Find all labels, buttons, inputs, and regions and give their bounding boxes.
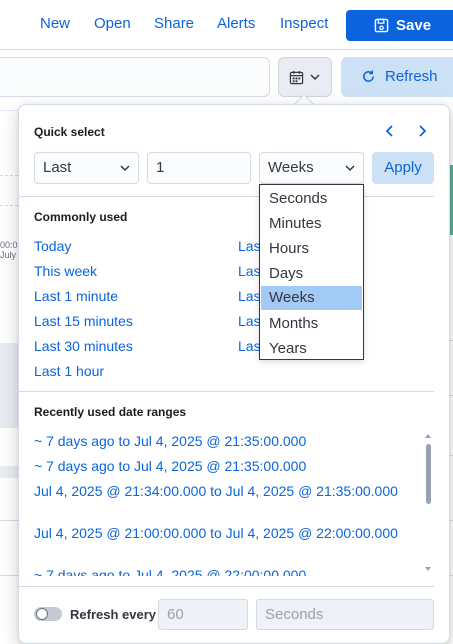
- commonly-used-right-item[interactable]: Las: [238, 313, 261, 329]
- unit-option-seconds[interactable]: Seconds: [261, 187, 362, 211]
- recently-used-title: Recently used date ranges: [34, 405, 187, 419]
- save-icon: [374, 18, 389, 33]
- commonly-used-right-item[interactable]: Las: [238, 238, 261, 254]
- quick-select-amount-input[interactable]: 1: [147, 152, 251, 184]
- unit-option-minutes[interactable]: Minutes: [261, 212, 362, 236]
- refresh-interval-value-input[interactable]: 60: [158, 599, 248, 630]
- chevron-right-icon[interactable]: [417, 124, 427, 138]
- commonly-used-last-15-minutes[interactable]: Last 15 minutes: [34, 313, 133, 329]
- commonly-used-last-1-hour[interactable]: Last 1 hour: [34, 363, 104, 379]
- unit-dropdown-list: Seconds Minutes Hours Days Weeks Months …: [259, 184, 364, 360]
- recent-range-item[interactable]: Jul 4, 2025 @ 21:00:00.000 to Jul 4, 202…: [34, 525, 419, 542]
- unit-option-hours[interactable]: Hours: [261, 237, 362, 261]
- unit-option-months[interactable]: Months: [261, 312, 362, 336]
- recently-used-list: ~ 7 days ago to Jul 4, 2025 @ 21:35:00.0…: [34, 430, 419, 576]
- commonly-used-last-1-minute[interactable]: Last 1 minute: [34, 288, 118, 304]
- divider: [0, 575, 18, 576]
- open-link[interactable]: Open: [94, 15, 131, 32]
- background-panel: [0, 466, 18, 478]
- save-button[interactable]: Save: [346, 10, 453, 41]
- top-nav-bar: New Open Share Alerts Inspect Save: [0, 0, 453, 50]
- save-button-label: Save: [396, 17, 432, 34]
- refresh-button-label: Refresh: [385, 68, 438, 85]
- refresh-icon: [363, 70, 374, 82]
- divider: [19, 391, 434, 392]
- scroll-down-arrow-icon[interactable]: [424, 566, 432, 572]
- refresh-button[interactable]: Refresh: [341, 57, 453, 97]
- inspect-link[interactable]: Inspect: [280, 15, 328, 32]
- divider: [19, 586, 434, 587]
- recent-range-item[interactable]: ~ 7 days ago to Jul 4, 2025 @ 22:00:00.0…: [34, 567, 419, 576]
- query-search-input[interactable]: [0, 57, 270, 97]
- commonly-used-this-week[interactable]: This week: [34, 263, 97, 279]
- refresh-unit-placeholder: Seconds: [265, 606, 324, 623]
- divider: [0, 110, 18, 111]
- commonly-used-right-item[interactable]: Las: [238, 288, 261, 304]
- date-picker-toggle-button[interactable]: [278, 57, 332, 97]
- scroll-up-arrow-icon[interactable]: [424, 433, 432, 439]
- recent-range-item[interactable]: ~ 7 days ago to Jul 4, 2025 @ 21:35:00.0…: [34, 458, 419, 475]
- recent-range-item[interactable]: ~ 7 days ago to Jul 4, 2025 @ 21:35:00.0…: [34, 433, 419, 450]
- chevron-down-icon: [120, 165, 130, 172]
- divider: [0, 520, 18, 521]
- direction-value: Last: [43, 159, 72, 176]
- recent-list-scrollbar[interactable]: [426, 444, 431, 504]
- calendar-icon: [289, 70, 304, 85]
- unit-option-weeks[interactable]: Weeks: [261, 286, 362, 310]
- background-panel: [0, 343, 18, 428]
- quick-select-direction-select[interactable]: Last: [34, 152, 139, 184]
- toggle-knob: [36, 608, 48, 620]
- apply-button[interactable]: Apply: [372, 152, 434, 184]
- amount-value: 1: [156, 159, 165, 176]
- refresh-value-placeholder: 60: [167, 606, 184, 623]
- refresh-every-label: Refresh every: [70, 607, 156, 622]
- chevron-left-icon[interactable]: [385, 124, 395, 138]
- background-time-label: 00:0: [0, 240, 18, 250]
- alerts-link[interactable]: Alerts: [217, 15, 255, 32]
- unit-option-days[interactable]: Days: [261, 262, 362, 286]
- quick-select-unit-select[interactable]: Weeks: [259, 152, 364, 184]
- background-date-label: July: [0, 250, 17, 260]
- chevron-down-icon: [310, 74, 320, 81]
- gridline: [0, 175, 18, 176]
- new-link[interactable]: New: [40, 15, 70, 32]
- unit-value: Weeks: [268, 159, 314, 176]
- unit-option-years[interactable]: Years: [261, 337, 362, 361]
- commonly-used-right-item[interactable]: Las: [238, 263, 261, 279]
- refresh-interval-unit-select[interactable]: Seconds: [256, 599, 434, 630]
- commonly-used-right-item[interactable]: Las: [238, 338, 261, 354]
- quick-select-title: Quick select: [34, 125, 105, 139]
- refresh-interval-toggle[interactable]: [34, 607, 62, 621]
- commonly-used-today[interactable]: Today: [34, 238, 71, 254]
- commonly-used-title: Commonly used: [34, 210, 128, 224]
- chevron-down-icon: [345, 165, 355, 172]
- recent-range-item[interactable]: Jul 4, 2025 @ 21:34:00.000 to Jul 4, 202…: [34, 483, 419, 500]
- commonly-used-last-30-minutes[interactable]: Last 30 minutes: [34, 338, 133, 354]
- divider: [19, 196, 434, 197]
- share-link[interactable]: Share: [154, 15, 194, 32]
- gridline: [0, 205, 18, 206]
